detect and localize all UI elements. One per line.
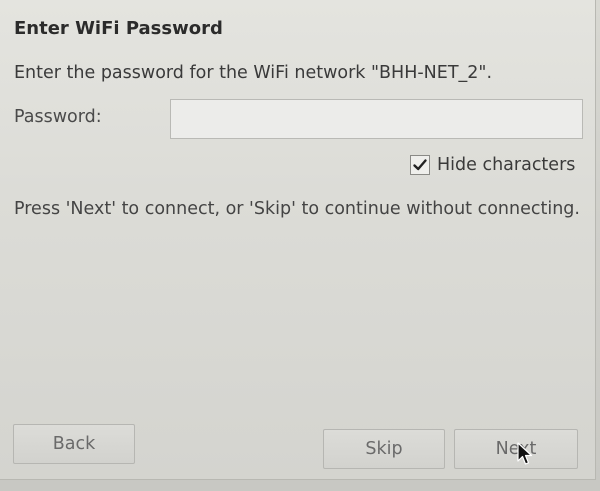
- password-label: Password:: [14, 107, 102, 127]
- network-prompt: Enter the password for the WiFi network …: [14, 63, 493, 83]
- next-button[interactable]: Next: [454, 429, 578, 469]
- hide-characters-checkbox[interactable]: [410, 155, 430, 175]
- checkmark-icon: [413, 159, 427, 171]
- skip-button[interactable]: Skip: [323, 429, 445, 469]
- back-button[interactable]: Back: [13, 424, 135, 464]
- hide-characters-label: Hide characters: [437, 155, 576, 175]
- dialog-title: Enter WiFi Password: [14, 18, 223, 39]
- hide-characters-toggle[interactable]: Hide characters: [410, 153, 575, 177]
- instruction-text: Press 'Next' to connect, or 'Skip' to co…: [14, 199, 580, 219]
- screen: Enter WiFi Password Enter the password f…: [0, 0, 600, 491]
- password-input[interactable]: [170, 99, 583, 139]
- wifi-password-dialog: Enter WiFi Password Enter the password f…: [0, 0, 596, 480]
